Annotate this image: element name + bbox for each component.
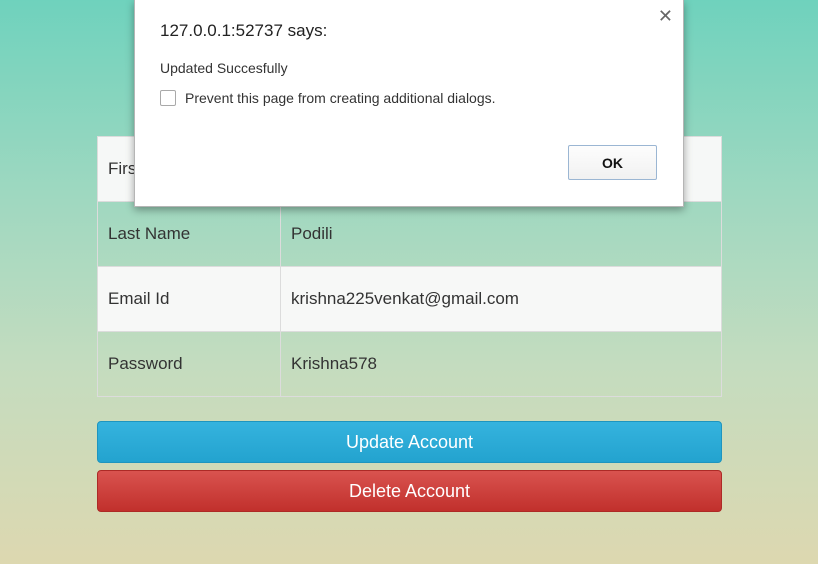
prevent-dialogs-option[interactable]: Prevent this page from creating addition… bbox=[160, 90, 496, 106]
update-account-button[interactable]: Update Account bbox=[97, 421, 722, 463]
ok-button[interactable]: OK bbox=[568, 145, 657, 180]
password-label: Password bbox=[97, 331, 281, 397]
prevent-dialogs-label: Prevent this page from creating addition… bbox=[185, 90, 496, 106]
table-row: Email Id krishna225venkat@gmail.com bbox=[97, 266, 722, 332]
delete-account-button[interactable]: Delete Account bbox=[97, 470, 722, 512]
dialog-message: Updated Succesfully bbox=[160, 60, 288, 76]
dialog-title: 127.0.0.1:52737 says: bbox=[160, 21, 328, 40]
table-row: Password Krishna578 bbox=[97, 331, 722, 397]
alert-dialog: 127.0.0.1:52737 says: ✕ Updated Succesfu… bbox=[134, 0, 684, 207]
prevent-dialogs-checkbox[interactable] bbox=[160, 90, 176, 106]
last-name-value: Podili bbox=[280, 201, 722, 267]
last-name-label: Last Name bbox=[97, 201, 281, 267]
password-value: Krishna578 bbox=[280, 331, 722, 397]
email-value: krishna225venkat@gmail.com bbox=[280, 266, 722, 332]
email-label: Email Id bbox=[97, 266, 281, 332]
table-row: Last Name Podili bbox=[97, 201, 722, 267]
close-icon[interactable]: ✕ bbox=[658, 6, 673, 26]
